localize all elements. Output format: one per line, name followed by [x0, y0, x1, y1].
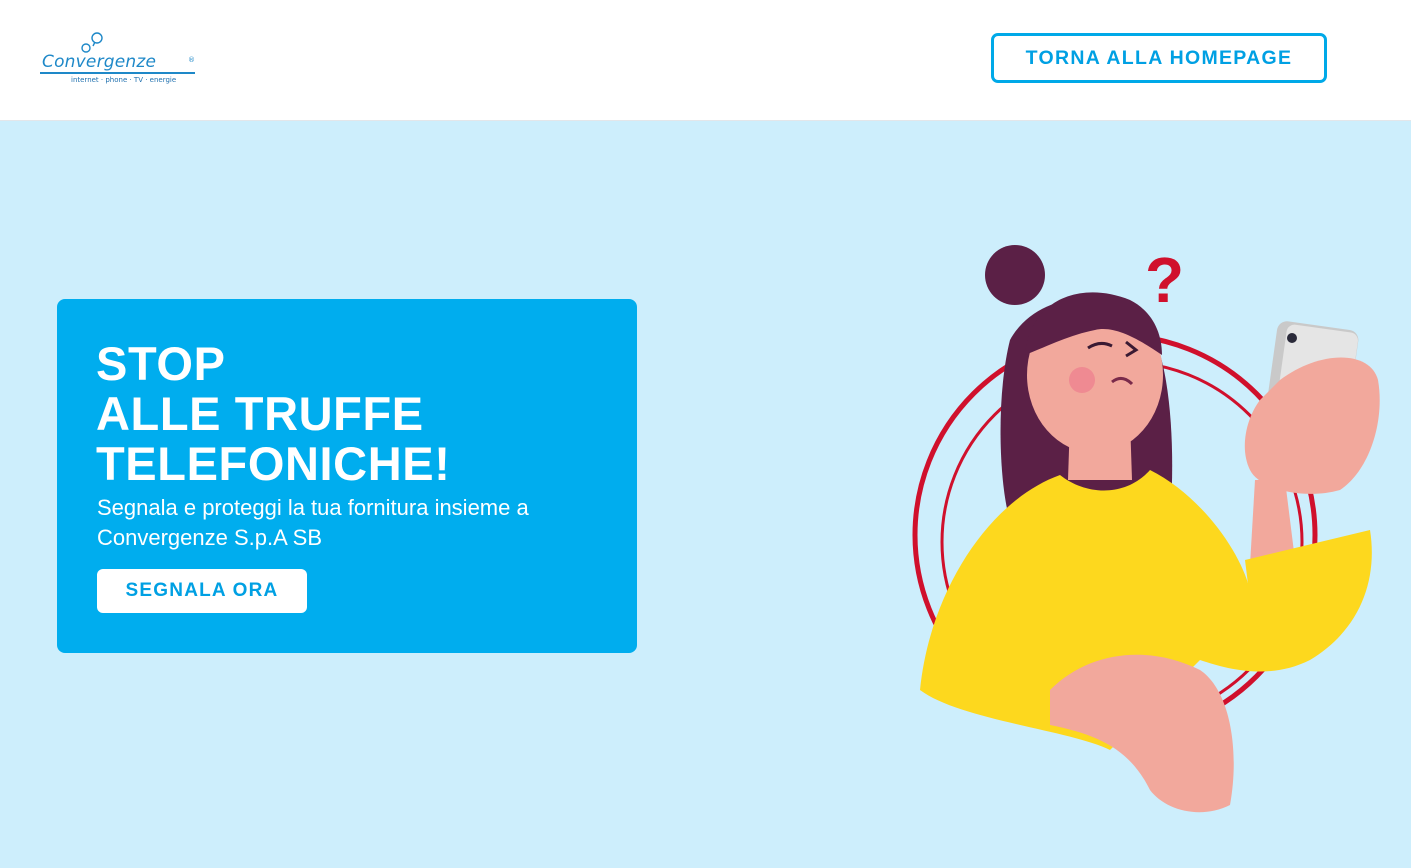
logo-registered-mark: ®: [188, 56, 195, 64]
logo-underline: [40, 72, 195, 74]
report-now-button[interactable]: SEGNALA ORA: [97, 569, 307, 613]
cheek: [1069, 367, 1095, 393]
confused-woman-with-phone-illustration: ?: [912, 244, 1380, 813]
raised-hand: [1244, 357, 1380, 494]
logo-wordmark: Convergenze: [42, 52, 157, 72]
site-header: Convergenze ® internet · phone · TV · en…: [0, 0, 1411, 121]
hero-title-line-1: STOP: [96, 337, 226, 390]
hair-bun: [985, 245, 1045, 305]
logo-tagline: internet · phone · TV · energie: [71, 76, 177, 84]
hero-title-line-3: TELEFONICHE!: [96, 437, 451, 490]
back-to-homepage-button[interactable]: TORNA ALLA HOMEPAGE: [991, 33, 1327, 83]
convergenze-logo[interactable]: Convergenze ® internet · phone · TV · en…: [38, 30, 198, 88]
hero-title-line-2: ALLE TRUFFE: [96, 387, 424, 440]
question-mark-icon: ?: [1145, 244, 1184, 316]
hero-title: STOP ALLE TRUFFE TELEFONICHE!: [96, 339, 616, 489]
hero-card: STOP ALLE TRUFFE TELEFONICHE! Segnala e …: [57, 299, 637, 653]
hero-subtitle: Segnala e proteggi la tua fornitura insi…: [97, 495, 529, 550]
